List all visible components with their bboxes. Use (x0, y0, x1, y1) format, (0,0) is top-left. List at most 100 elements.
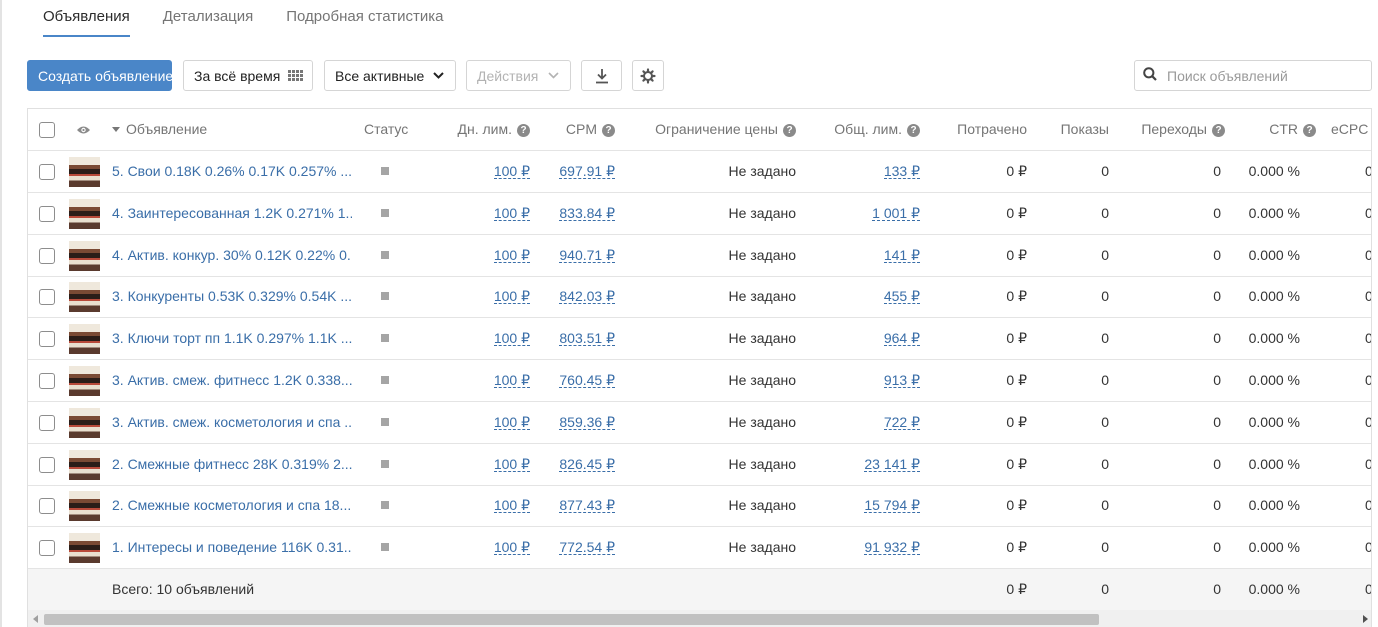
create-ad-button[interactable]: Создать объявление (27, 60, 173, 91)
row-checkbox[interactable] (39, 456, 55, 473)
total-limit-value[interactable]: 455 ₽ (883, 289, 920, 305)
table-row[interactable]: 3. Актив. смеж. косметология и спа ... 10… (28, 402, 1371, 444)
daily-limit-value[interactable]: 100 ₽ (493, 415, 530, 430)
ad-thumbnail[interactable] (69, 198, 100, 229)
table-row[interactable]: 3. Ключи торт пп 1.1K 0.297% 1.1K ... 100… (28, 318, 1371, 361)
table-row[interactable]: 3. Конкуренты 0.53K 0.329% 0.54K ... 100 … (28, 276, 1371, 319)
ad-thumbnail[interactable] (69, 240, 100, 271)
select-all-checkbox[interactable] (39, 122, 55, 138)
ad-thumbnail[interactable] (69, 324, 100, 355)
table-row[interactable]: 3. Актив. смеж. фитнесс 1.2K 0.338... 100… (28, 360, 1371, 402)
table-row[interactable]: 2. Смежные косметология и спа 18... 100 ₽… (28, 485, 1371, 528)
total-limit-value[interactable]: 913 ₽ (883, 373, 920, 388)
ad-name-link[interactable]: 1. Интересы и поведение 116K 0.31... (112, 527, 352, 568)
total-limit-value[interactable]: 964 ₽ (883, 331, 920, 347)
help-icon[interactable]: ? (783, 124, 796, 137)
help-icon[interactable]: ? (1303, 124, 1316, 137)
settings-button[interactable] (632, 60, 664, 91)
ad-name-link[interactable]: 3. Актив. смеж. фитнесс 1.2K 0.338... (112, 360, 352, 401)
col-cpm[interactable]: CPM? (538, 109, 615, 150)
download-button[interactable] (581, 60, 622, 91)
total-limit-value[interactable]: 1 001 ₽ (872, 206, 920, 221)
visibility-column[interactable] (76, 109, 96, 150)
daily-limit-value[interactable]: 100 ₽ (493, 331, 530, 347)
ad-name-link[interactable]: 2. Смежные косметология и спа 18... (112, 485, 352, 526)
cpm-value[interactable]: 842.03 ₽ (559, 289, 615, 305)
col-price-limit[interactable]: Ограничение цены? (628, 109, 796, 150)
ad-thumbnail[interactable] (69, 533, 100, 564)
ad-thumbnail[interactable] (69, 449, 100, 480)
total-limit-value[interactable]: 141 ₽ (883, 248, 920, 263)
scroll-left-icon[interactable] (33, 615, 38, 623)
daily-limit-value[interactable]: 100 ₽ (493, 373, 530, 388)
row-checkbox[interactable] (39, 540, 55, 557)
cpm-value[interactable]: 772.54 ₽ (559, 540, 615, 556)
ad-name-link[interactable]: 3. Ключи торт пп 1.1K 0.297% 1.1K ... (112, 318, 352, 359)
ad-name-link[interactable]: 4. Заинтересованная 1.2K 0.271% 1... (112, 193, 352, 234)
ad-name-link[interactable]: 5. Свои 0.18K 0.26% 0.17K 0.257% ... (112, 151, 352, 192)
table-row[interactable]: 4. Актив. конкур. 30% 0.12K 0.22% 0... 10… (28, 235, 1371, 277)
cpm-value[interactable]: 760.45 ₽ (559, 373, 615, 388)
row-checkbox[interactable] (39, 164, 55, 180)
total-limit-value[interactable]: 15 794 ₽ (864, 498, 920, 514)
col-total-limit[interactable]: Общ. лим.? (818, 109, 920, 150)
scrollbar-thumb[interactable] (44, 614, 1099, 625)
search-box[interactable] (1134, 60, 1372, 91)
col-daily-limit[interactable]: Дн. лим.? (448, 109, 530, 150)
row-checkbox[interactable] (39, 247, 55, 264)
col-spent[interactable]: Потрачено (928, 109, 1027, 150)
daily-limit-value[interactable]: 100 ₽ (493, 164, 530, 179)
help-icon[interactable]: ? (1212, 124, 1225, 137)
col-ctr[interactable]: CTR? (1233, 109, 1316, 150)
tab-detailed-stats[interactable]: Подробная статистика (286, 0, 443, 37)
scroll-right-icon[interactable] (1363, 615, 1368, 623)
table-row[interactable]: 1. Интересы и поведение 116K 0.31... 100 … (28, 527, 1371, 570)
ad-thumbnail[interactable] (69, 366, 100, 396)
search-input[interactable] (1165, 66, 1355, 85)
tab-details[interactable]: Детализация (163, 0, 254, 37)
row-checkbox[interactable] (39, 205, 55, 222)
ad-name-link[interactable]: 2. Смежные фитнесс 28K 0.319% 2... (112, 444, 352, 485)
row-checkbox[interactable] (39, 289, 55, 306)
table-row[interactable]: 4. Заинтересованная 1.2K 0.271% 1... 100 … (28, 193, 1371, 235)
daily-limit-value[interactable]: 100 ₽ (493, 457, 530, 472)
help-icon[interactable]: ? (517, 124, 530, 137)
row-checkbox[interactable] (39, 331, 55, 348)
cpm-value[interactable]: 877.43 ₽ (559, 498, 615, 514)
daily-limit-value[interactable]: 100 ₽ (493, 206, 530, 221)
ad-thumbnail[interactable] (69, 407, 100, 438)
ad-name-link[interactable]: 3. Конкуренты 0.53K 0.329% 0.54K ... (112, 276, 352, 317)
ad-thumbnail[interactable] (69, 282, 100, 313)
daily-limit-value[interactable]: 100 ₽ (493, 540, 530, 556)
total-limit-value[interactable]: 133 ₽ (883, 164, 920, 179)
col-ecpc[interactable]: eCPC? (1331, 109, 1371, 150)
cpm-value[interactable]: 859.36 ₽ (559, 415, 615, 430)
ad-name-link[interactable]: 4. Актив. конкур. 30% 0.12K 0.22% 0... (112, 235, 352, 276)
total-limit-value[interactable]: 722 ₽ (883, 415, 920, 430)
col-status[interactable]: Статус (364, 109, 408, 150)
daily-limit-value[interactable]: 100 ₽ (493, 498, 530, 514)
cpm-value[interactable]: 803.51 ₽ (559, 331, 615, 347)
total-limit-value[interactable]: 91 932 ₽ (864, 540, 920, 556)
table-row[interactable]: 5. Свои 0.18K 0.26% 0.17K 0.257% ... 100 … (28, 151, 1371, 193)
cpm-value[interactable]: 826.45 ₽ (559, 457, 615, 472)
row-checkbox[interactable] (39, 414, 55, 431)
actions-dropdown[interactable]: Действия (466, 60, 571, 91)
horizontal-scrollbar[interactable] (28, 610, 1371, 627)
total-limit-value[interactable]: 23 141 ₽ (864, 457, 920, 472)
tab-ads[interactable]: Объявления (43, 0, 130, 37)
col-clicks[interactable]: Переходы? (1128, 109, 1225, 150)
ad-name-link[interactable]: 3. Актив. смеж. косметология и спа ... (112, 402, 352, 443)
cpm-value[interactable]: 940.71 ₽ (559, 248, 615, 263)
help-icon[interactable]: ? (602, 124, 615, 137)
col-ad[interactable]: Объявление (112, 109, 207, 150)
cpm-value[interactable]: 833.84 ₽ (559, 206, 615, 221)
row-checkbox[interactable] (39, 373, 55, 389)
row-checkbox[interactable] (39, 498, 55, 515)
daily-limit-value[interactable]: 100 ₽ (493, 289, 530, 305)
cpm-value[interactable]: 697.91 ₽ (559, 164, 615, 179)
ad-thumbnail[interactable] (69, 491, 100, 522)
help-icon[interactable]: ? (907, 124, 920, 137)
ad-thumbnail[interactable] (69, 157, 100, 187)
period-button[interactable]: За всё время (183, 60, 313, 91)
